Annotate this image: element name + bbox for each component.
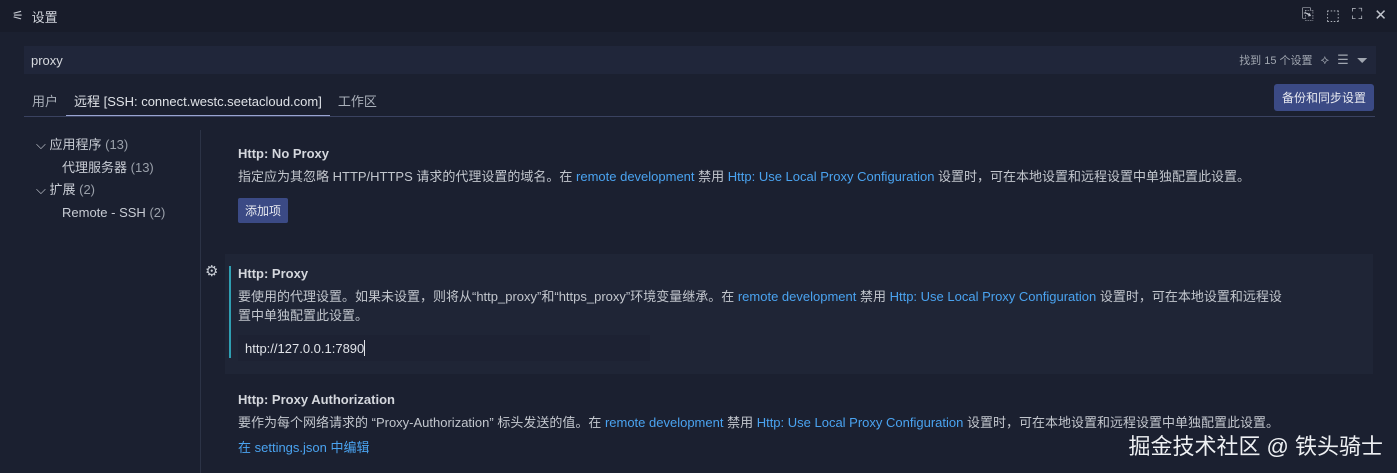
setting-proxy: Http: Proxy 要使用的代理设置。如果未设置，则将从“http_prox… [238, 266, 1288, 361]
remote-dev-link[interactable]: remote development [738, 289, 857, 304]
title-bar: ⚟ 设置 [0, 0, 1397, 32]
modified-indicator [229, 266, 231, 358]
maximize-icon[interactable]: ⛶ [1352, 6, 1363, 24]
open-json-icon[interactable]: ⎘ [1302, 6, 1314, 24]
result-count: 找到 15 个设置 [1239, 55, 1313, 67]
split-editor-icon[interactable]: ⬚ [1326, 6, 1340, 24]
close-icon[interactable]: ✕ [1374, 6, 1387, 24]
clear-filter-icon[interactable]: ⟡ [1321, 52, 1330, 68]
watermark: 掘金技术社区 @ 铁头骑士 [1128, 434, 1383, 459]
proxy-input[interactable]: http://127.0.0.1:7890 [238, 335, 650, 361]
setting-no-proxy: Http: No Proxy 指定应为其忽略 HTTP/HTTPS 请求的代理设… [238, 146, 1288, 223]
search-value[interactable]: proxy [31, 53, 63, 68]
settings-tree: ⌵ 应用程序 (13) 代理服务器 (13) ⌵ 扩展 (2) Remote -… [36, 134, 165, 224]
tree-item-proxy[interactable]: 代理服务器 (13) [36, 157, 165, 180]
tree-item-extensions[interactable]: ⌵ 扩展 (2) [36, 179, 165, 202]
search-input[interactable]: proxy 找到 15 个设置 ⟡ ☰ ⏷ [24, 46, 1376, 74]
backup-sync-button[interactable]: 备份和同步设置 [1273, 84, 1374, 111]
setting-title: Http: Proxy Authorization [238, 392, 395, 407]
tree-item-remote-ssh[interactable]: Remote - SSH (2) [36, 202, 165, 225]
editor-title: 设置 [31, 9, 58, 25]
setting-title: Http: No Proxy [238, 146, 329, 161]
edit-in-settings-json-link[interactable]: 在 settings.json 中编辑 [238, 440, 370, 455]
remote-dev-link[interactable]: remote development [605, 415, 724, 430]
local-proxy-link[interactable]: Http: Use Local Proxy Configuration [728, 169, 935, 184]
tab-user[interactable]: 用户 [24, 88, 66, 116]
filter-icon[interactable]: ⏷ [1357, 52, 1368, 69]
local-proxy-link[interactable]: Http: Use Local Proxy Configuration [757, 415, 964, 430]
tab-remote[interactable]: 远程 [SSH: connect.westc.seetacloud.com] [66, 88, 330, 116]
divider [200, 130, 201, 473]
remote-dev-link[interactable]: remote development [576, 169, 695, 184]
tree-item-application[interactable]: ⌵ 应用程序 (13) [36, 134, 165, 157]
tab-workspace[interactable]: 工作区 [330, 88, 385, 116]
settings-icon: ⚟ [12, 8, 24, 23]
gear-icon[interactable]: ⚙ [205, 262, 218, 280]
local-proxy-link[interactable]: Http: Use Local Proxy Configuration [890, 289, 1097, 304]
setting-title: Http: Proxy [238, 266, 309, 281]
clear-search-icon[interactable]: ☰ [1337, 52, 1349, 68]
add-item-button[interactable]: 添加项 [238, 198, 289, 223]
